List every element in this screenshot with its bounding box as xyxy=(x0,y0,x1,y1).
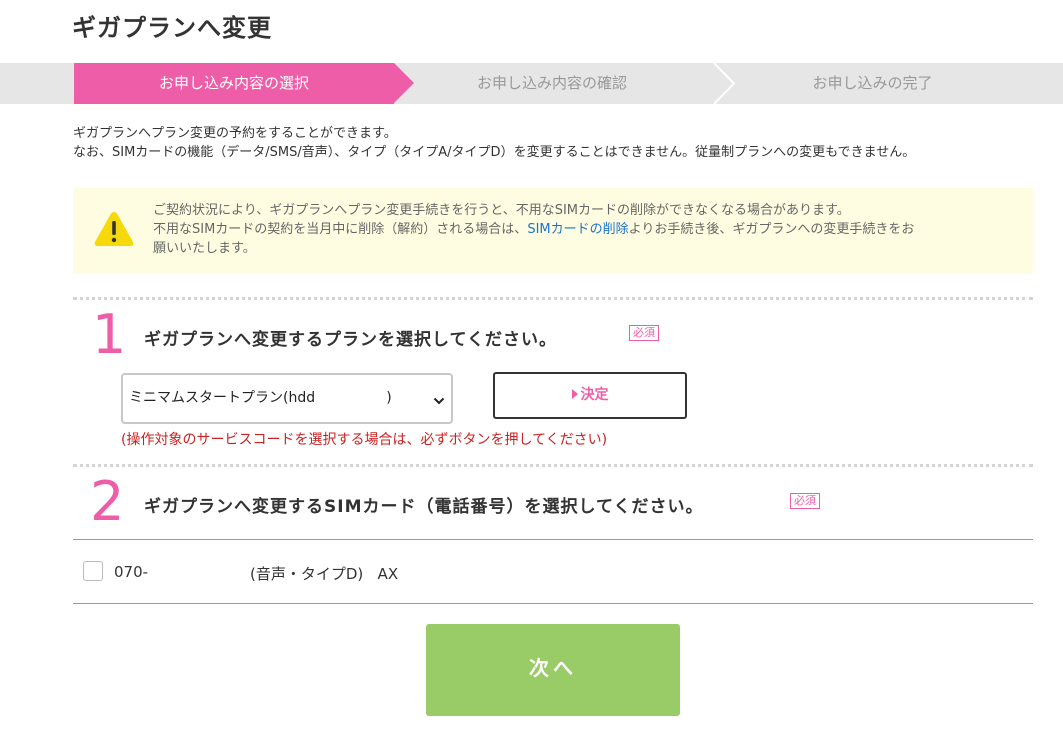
sim-delete-link[interactable]: SIMカードの削除 xyxy=(527,222,628,237)
decide-button-label: 決定 xyxy=(580,387,609,403)
sim-phone-number: 070- xyxy=(114,563,149,581)
plan-select-value: ミニマムスタートプラン(hdd ) xyxy=(129,390,392,406)
section-divider-1 xyxy=(73,297,1033,300)
section-2-title: ギガプランへ変更するSIMカード（電話番号）を選択してください。 xyxy=(144,497,704,517)
plan-select[interactable]: ミニマムスタートプラン(hdd ) xyxy=(121,373,453,424)
required-badge-2: 必須 xyxy=(790,493,820,509)
play-arrow-icon xyxy=(571,389,578,399)
progress-stepper: お申し込み内容の選択 お申し込み内容の確認 お申し込みの完了 xyxy=(0,63,1063,104)
required-badge-1: 必須 xyxy=(629,325,659,341)
notice-text: ご契約状況により、ギガプランへプラン変更手続きを行うと、不用なSIMカードの削除… xyxy=(153,201,1013,258)
warning-notice: ご契約状況により、ギガプランへプラン変更手続きを行うと、不用なSIMカードの削除… xyxy=(73,188,1033,274)
section-2-number: 2 xyxy=(90,470,125,533)
chevron-down-icon xyxy=(433,392,445,405)
notice-line-2-after: よりお手続き後、ギガプランへの変更手続きをお xyxy=(628,222,915,237)
step-complete: お申し込みの完了 xyxy=(812,74,933,92)
sim-checkbox[interactable] xyxy=(83,561,103,581)
notice-line-3: 願いいたします。 xyxy=(153,241,256,256)
step-select: お申し込み内容の選択 xyxy=(158,74,309,92)
sim-type-label: (音声・タイプD) AX xyxy=(250,565,399,583)
step-active-arrow xyxy=(394,63,414,103)
warning-icon xyxy=(93,210,135,248)
intro-line-1: ギガプランへプラン変更の予約をすることができます。 xyxy=(73,126,397,141)
intro-line-2: なお、SIMカードの機能（データ/SMS/音声）、タイプ（タイプA/タイプD）を… xyxy=(73,145,916,160)
section-divider-2 xyxy=(73,464,1033,467)
sim-list-bottom-border xyxy=(73,603,1033,604)
decide-button[interactable]: 決定 xyxy=(493,372,687,419)
notice-line-1: ご契約状況により、ギガプランへプラン変更手続きを行うと、不用なSIMカードの削除… xyxy=(153,203,850,218)
section-1-title: ギガプランへ変更するプランを選択してください。 xyxy=(144,330,557,350)
select-hint: (操作対象のサービスコードを選択する場合は、必ずボタンを押してください) xyxy=(121,432,608,448)
notice-line-2-before: 不用なSIMカードの契約を当月中に削除（解約）される場合は、 xyxy=(153,222,528,237)
next-button-label: 次へ xyxy=(529,656,577,680)
page-title: ギガプランへ変更 xyxy=(72,14,272,42)
intro-text: ギガプランへプラン変更の予約をすることができます。 なお、SIMカードの機能（デ… xyxy=(73,124,915,162)
notice-line-2: 不用なSIMカードの契約を当月中に削除（解約）される場合は、SIMカードの削除よ… xyxy=(153,220,1013,239)
sim-list-top-border xyxy=(73,539,1033,540)
next-button[interactable]: 次へ xyxy=(426,624,680,716)
section-1-number: 1 xyxy=(92,303,127,366)
step-confirm: お申し込み内容の確認 xyxy=(476,74,627,92)
